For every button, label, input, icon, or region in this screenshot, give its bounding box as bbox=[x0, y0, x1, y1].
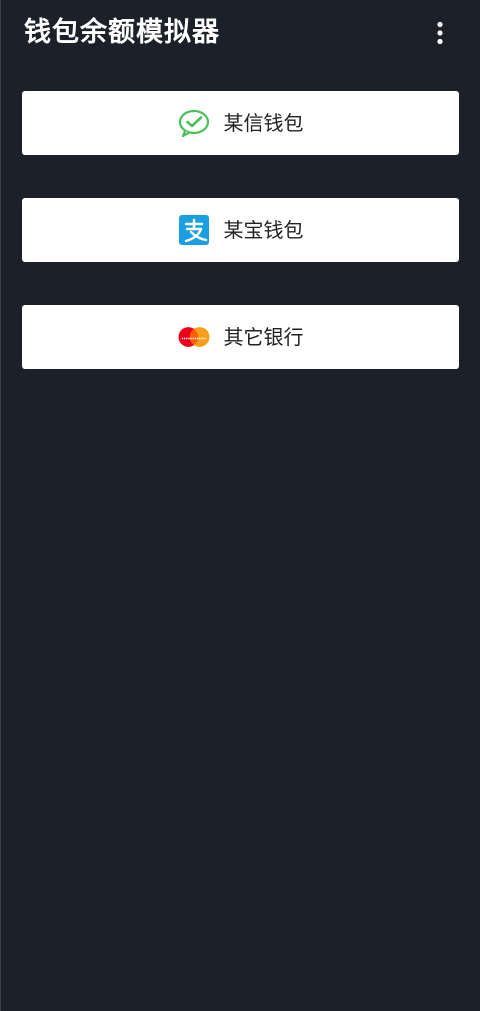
wallet-label: 其它银行 bbox=[223, 325, 304, 349]
wallet-label: 某信钱包 bbox=[223, 111, 304, 135]
wechat-wallet-button[interactable]: 某信钱包 bbox=[22, 91, 459, 155]
more-vertical-icon bbox=[436, 21, 444, 45]
alipay-icon bbox=[178, 214, 210, 246]
app-title: 钱包余额模拟器 bbox=[24, 17, 220, 48]
mastercard-icon bbox=[177, 321, 210, 353]
alipay-wallet-button[interactable]: 某宝钱包 bbox=[22, 198, 459, 262]
wechat-icon bbox=[178, 107, 210, 139]
other-bank-button[interactable]: 其它银行 bbox=[22, 305, 459, 369]
wallet-list: 某信钱包 某宝钱包 其它银行 bbox=[22, 91, 459, 412]
wallet-label: 某宝钱包 bbox=[223, 218, 304, 242]
more-options-button[interactable] bbox=[422, 18, 458, 48]
app-bar: 钱包余额模拟器 bbox=[0, 0, 480, 70]
window-edge bbox=[0, 0, 1, 1011]
